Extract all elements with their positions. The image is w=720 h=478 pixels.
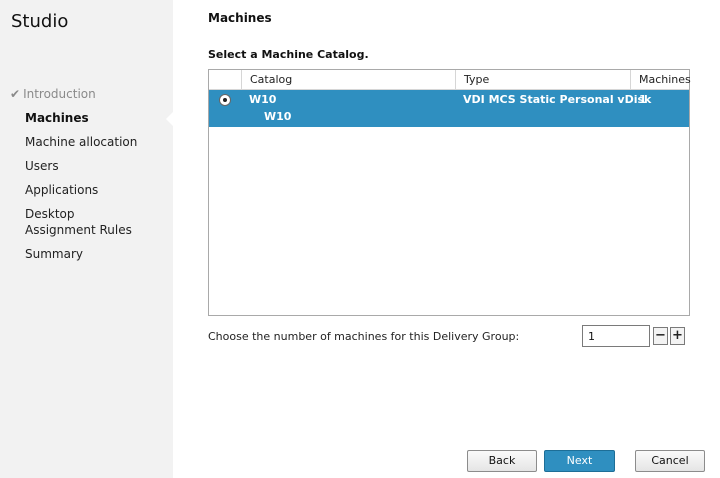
step-users[interactable]: Users <box>10 158 160 174</box>
header-catalog[interactable]: Catalog <box>241 70 456 89</box>
step-applications[interactable]: Applications <box>10 182 160 198</box>
machine-count-label: Choose the number of machines for this D… <box>208 330 520 343</box>
table-header: Catalog Type Machines <box>209 70 691 90</box>
increment-button[interactable]: + <box>670 327 685 345</box>
step-label: Applications <box>25 183 99 197</box>
main-panel: Machines Select a Machine Catalog. Catal… <box>173 0 720 478</box>
cell-catalog: W10 <box>249 93 277 106</box>
page-subtitle: Select a Machine Catalog. <box>208 48 369 61</box>
cell-catalog-sub: W10 <box>264 110 292 123</box>
back-button[interactable]: Back <box>467 450 537 472</box>
wizard-sidebar: Studio ✔ Introduction Machines Machine al… <box>0 0 173 478</box>
step-label: Introduction <box>23 87 96 101</box>
next-button[interactable]: Next <box>544 450 615 472</box>
row-radio-button[interactable] <box>219 94 231 106</box>
step-label: Users <box>25 159 59 173</box>
decrement-button[interactable]: − <box>653 327 668 345</box>
step-introduction[interactable]: ✔ Introduction <box>10 86 160 102</box>
page-title: Machines <box>208 11 272 25</box>
step-machines[interactable]: Machines <box>10 110 160 126</box>
cancel-button[interactable]: Cancel <box>635 450 705 472</box>
step-label: Machine allocation <box>25 135 138 149</box>
wizard-steps: ✔ Introduction Machines Machine allocatio… <box>10 86 160 270</box>
header-select-column <box>209 70 241 89</box>
cell-machines: 1 <box>639 93 647 106</box>
check-icon: ✔ <box>10 87 21 101</box>
catalog-table: Catalog Type Machines W10 W10 VDI MCS St… <box>208 69 691 316</box>
active-step-notch <box>166 112 173 126</box>
step-label: Desktop Assignment Rules <box>25 207 132 237</box>
header-machines[interactable]: Machines <box>630 70 691 89</box>
step-machine-allocation[interactable]: Machine allocation <box>10 134 160 150</box>
table-row[interactable]: W10 W10 VDI MCS Static Personal vDisk 1 <box>209 90 689 127</box>
step-label: Summary <box>25 247 83 261</box>
app-brand: Studio <box>11 11 69 32</box>
step-label: Machines <box>25 111 89 125</box>
machine-count-input[interactable] <box>582 325 650 347</box>
cell-type: VDI MCS Static Personal vDisk <box>463 93 652 106</box>
step-summary[interactable]: Summary <box>10 246 160 262</box>
step-desktop-assignment-rules[interactable]: Desktop Assignment Rules <box>10 206 138 238</box>
header-type[interactable]: Type <box>455 70 631 89</box>
